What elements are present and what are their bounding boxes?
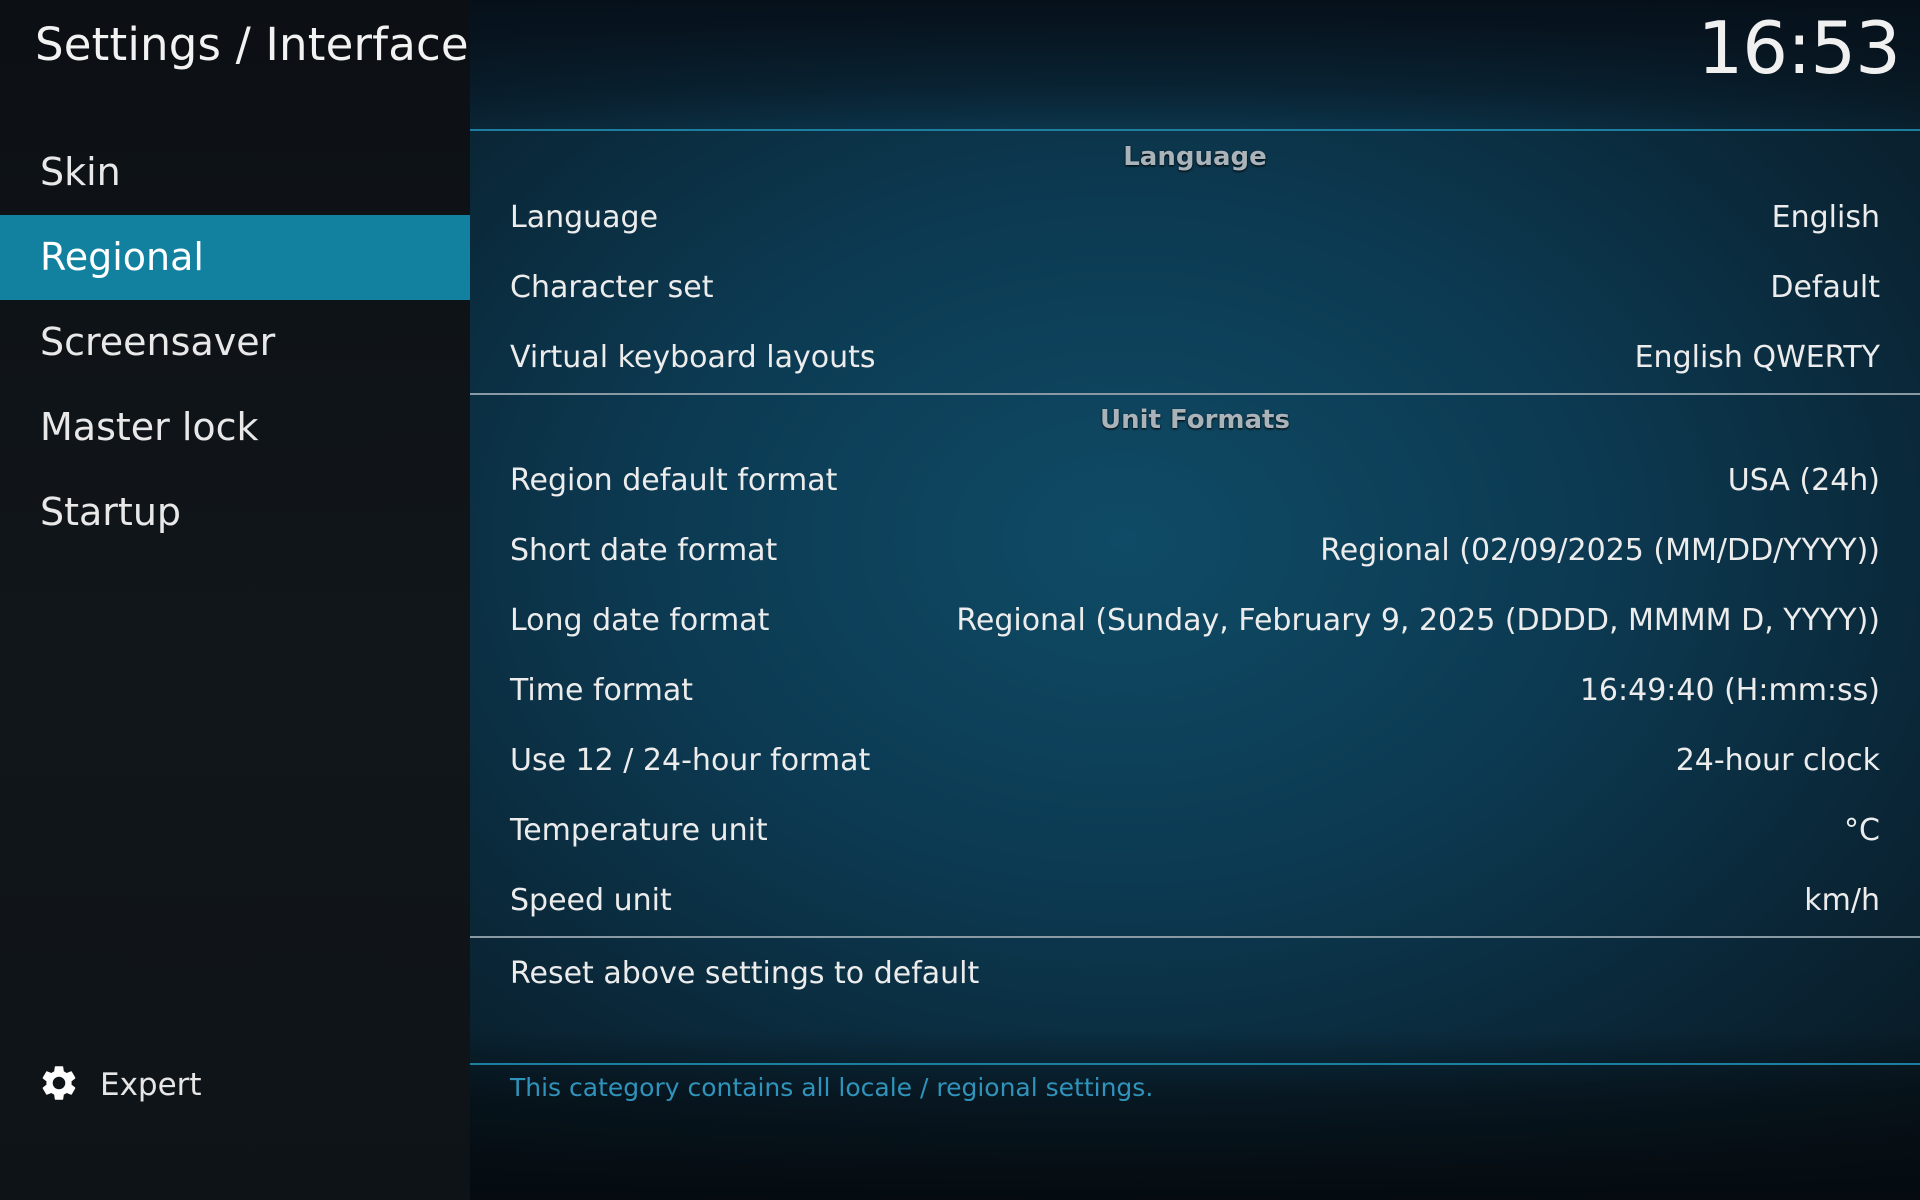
reset-settings-label: Reset above settings to default: [510, 956, 980, 991]
sidebar-item-screensaver[interactable]: Screensaver: [0, 300, 470, 385]
category-description: This category contains all locale / regi…: [510, 1073, 1154, 1102]
setting-value: English: [1771, 200, 1880, 235]
setting-label: Language: [510, 200, 659, 235]
setting-value: Regional (02/09/2025 (MM/DD/YYYY)): [1320, 533, 1880, 568]
setting-time-format[interactable]: Time format 16:49:40 (H:mm:ss): [470, 656, 1920, 726]
section-header-unit-formats: Unit Formats: [1100, 405, 1290, 435]
sidebar-item-master-lock[interactable]: Master lock: [0, 385, 470, 470]
setting-label: Character set: [510, 270, 714, 305]
setting-label: Use 12 / 24-hour format: [510, 743, 871, 778]
sidebar-item-skin[interactable]: Skin: [0, 130, 470, 215]
setting-label: Short date format: [510, 533, 778, 568]
divider: [470, 129, 1920, 131]
setting-label: Time format: [510, 673, 694, 708]
settings-window: Settings / Interface Skin Regional Scree…: [0, 0, 1920, 1200]
setting-short-date-format[interactable]: Short date format Regional (02/09/2025 (…: [470, 516, 1920, 586]
setting-value: Default: [1770, 270, 1880, 305]
gear-icon: [38, 1062, 80, 1108]
setting-value: 24-hour clock: [1675, 743, 1880, 778]
clock: 16:53: [1697, 6, 1901, 90]
sidebar-item-regional[interactable]: Regional: [0, 215, 470, 300]
setting-label: Long date format: [510, 603, 770, 638]
setting-character-set[interactable]: Character set Default: [470, 253, 1920, 323]
setting-label: Speed unit: [510, 883, 672, 918]
divider: [470, 393, 1920, 395]
divider: [470, 1063, 1920, 1065]
setting-value: Regional (Sunday, February 9, 2025 (DDDD…: [956, 603, 1880, 638]
setting-value: USA (24h): [1727, 463, 1880, 498]
settings-level-button[interactable]: Expert: [38, 1062, 202, 1108]
reset-settings-button[interactable]: Reset above settings to default: [470, 939, 1920, 1009]
settings-level-label: Expert: [100, 1067, 202, 1103]
setting-value: 16:49:40 (H:mm:ss): [1579, 673, 1880, 708]
setting-long-date-format[interactable]: Long date format Regional (Sunday, Febru…: [470, 586, 1920, 656]
setting-12-24-hour-format[interactable]: Use 12 / 24-hour format 24-hour clock: [470, 726, 1920, 796]
setting-speed-unit[interactable]: Speed unit km/h: [470, 866, 1920, 936]
divider: [470, 936, 1920, 938]
sidebar-item-startup[interactable]: Startup: [0, 470, 470, 555]
page-title: Settings / Interface: [35, 18, 469, 71]
setting-value: km/h: [1804, 883, 1880, 918]
sidebar: Settings / Interface Skin Regional Scree…: [0, 0, 470, 1200]
setting-language[interactable]: Language English: [470, 183, 1920, 253]
category-list: Skin Regional Screensaver Master lock St…: [0, 130, 470, 555]
setting-value: °C: [1844, 813, 1880, 848]
setting-virtual-keyboard-layouts[interactable]: Virtual keyboard layouts English QWERTY: [470, 323, 1920, 393]
section-header-language: Language: [1123, 142, 1267, 172]
setting-label: Region default format: [510, 463, 838, 498]
setting-label: Virtual keyboard layouts: [510, 340, 876, 375]
setting-value: English QWERTY: [1634, 340, 1880, 375]
bottom-shade: [470, 1030, 1920, 1200]
setting-region-default-format[interactable]: Region default format USA (24h): [470, 446, 1920, 516]
settings-panel: 16:53 Language Language English Characte…: [470, 0, 1920, 1200]
setting-temperature-unit[interactable]: Temperature unit °C: [470, 796, 1920, 866]
setting-label: Temperature unit: [510, 813, 768, 848]
